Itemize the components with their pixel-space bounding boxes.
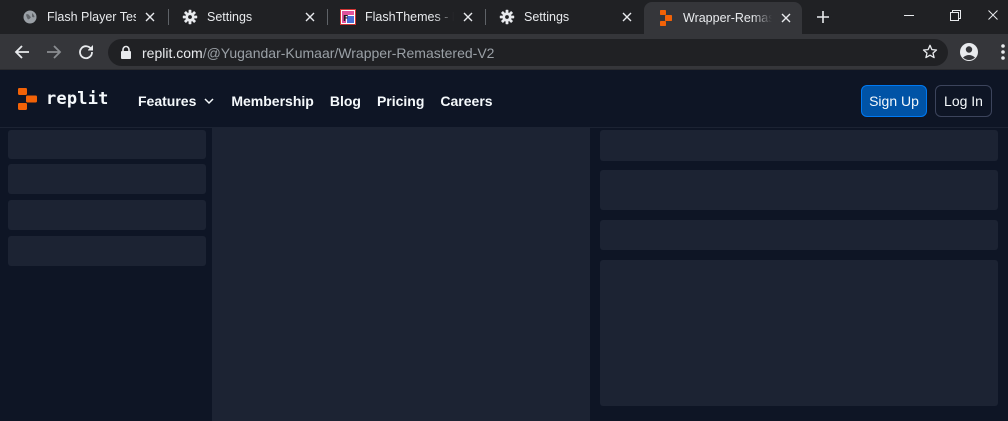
browser-toolbar: replit.com/@Yugandar-Kumaar/Wrapper-Rema… — [0, 34, 1008, 70]
skeleton-block — [600, 170, 998, 210]
close-tab-icon[interactable] — [302, 9, 318, 25]
close-tab-icon[interactable] — [619, 9, 635, 25]
skeleton-block — [600, 130, 998, 161]
skeleton-block — [8, 236, 206, 266]
lock-icon — [119, 45, 133, 59]
left-column-skeleton — [0, 128, 212, 421]
skeleton-block — [600, 220, 998, 250]
url-host: replit.com — [142, 45, 203, 61]
gear-icon — [499, 9, 515, 25]
svg-text:F: F — [343, 14, 348, 23]
tab-title: FlashThemes - M — [365, 10, 454, 24]
forward-button[interactable] — [40, 38, 68, 66]
arrow-left-icon — [14, 45, 29, 59]
nav-blog[interactable]: Blog — [330, 93, 361, 109]
tab-title: Settings — [524, 10, 570, 24]
site-header: replit Features Membership Blog Pricing … — [0, 70, 1008, 128]
browser-tab-flashthemes[interactable]: F FlashThemes - M — [326, 0, 484, 34]
plus-icon — [817, 11, 829, 23]
logo-wordmark: replit — [46, 89, 109, 109]
page-viewport: replit Features Membership Blog Pricing … — [0, 70, 1008, 421]
reload-icon — [79, 45, 93, 60]
tab-title: Flash Player Test — [47, 10, 136, 24]
replit-logo-icon — [18, 88, 37, 110]
restore-icon — [949, 9, 961, 21]
restore-window-button[interactable] — [932, 0, 978, 30]
flashthemes-logo-icon: F — [340, 9, 356, 25]
close-tab-icon[interactable] — [460, 9, 476, 25]
center-panel-skeleton — [212, 128, 590, 421]
sign-up-button[interactable]: Sign Up — [861, 85, 927, 117]
gear-icon — [182, 9, 198, 25]
site-nav: Features Membership Blog Pricing Careers — [138, 93, 509, 109]
browser-tab-wrapper-remastered[interactable]: Wrapper-Remaste — [644, 2, 802, 34]
skeleton-block — [8, 130, 206, 159]
tab-title: Settings — [207, 10, 253, 24]
browser-tab-strip: Flash Player Test Settings F FlashThemes… — [0, 0, 1008, 34]
url-text: replit.com/@Yugandar-Kumaar/Wrapper-Rema… — [142, 45, 494, 61]
skeleton-block — [8, 164, 206, 194]
reload-button[interactable] — [72, 38, 100, 66]
close-tab-icon[interactable] — [142, 9, 158, 25]
minimize-icon — [904, 15, 914, 16]
globe-icon — [22, 9, 38, 25]
browser-tab-settings[interactable]: Settings — [168, 0, 326, 34]
nav-careers[interactable]: Careers — [440, 93, 492, 109]
browser-tab-settings-2[interactable]: Settings — [485, 0, 643, 34]
profile-avatar-icon[interactable] — [958, 41, 980, 63]
replit-logo-icon — [658, 10, 674, 26]
browser-tab-flash-player-test[interactable]: Flash Player Test — [8, 0, 166, 34]
arrow-right-icon — [47, 45, 62, 59]
nav-features[interactable]: Features — [138, 93, 215, 109]
replit-logo[interactable]: replit — [18, 88, 109, 110]
kebab-menu-icon[interactable] — [992, 43, 1008, 61]
chevron-down-icon — [204, 98, 214, 105]
address-bar[interactable]: replit.com/@Yugandar-Kumaar/Wrapper-Rema… — [108, 39, 948, 66]
close-icon — [988, 10, 998, 20]
close-tab-icon[interactable] — [778, 10, 794, 26]
skeleton-block — [8, 200, 206, 230]
skeleton-block — [600, 260, 998, 406]
back-button[interactable] — [8, 38, 36, 66]
new-tab-button[interactable] — [812, 6, 834, 28]
url-path: /@Yugandar-Kumaar/Wrapper-Remastered-V2 — [202, 45, 495, 61]
right-column-skeleton — [598, 128, 1008, 421]
tab-title: Wrapper-Remaste — [683, 11, 772, 25]
nav-features-label: Features — [138, 93, 197, 109]
log-in-button[interactable]: Log In — [935, 85, 992, 117]
nav-membership[interactable]: Membership — [231, 93, 313, 109]
minimize-window-button[interactable] — [886, 0, 932, 30]
nav-pricing[interactable]: Pricing — [377, 93, 424, 109]
bookmark-star-icon[interactable] — [922, 44, 938, 60]
close-window-button[interactable] — [978, 0, 1008, 30]
